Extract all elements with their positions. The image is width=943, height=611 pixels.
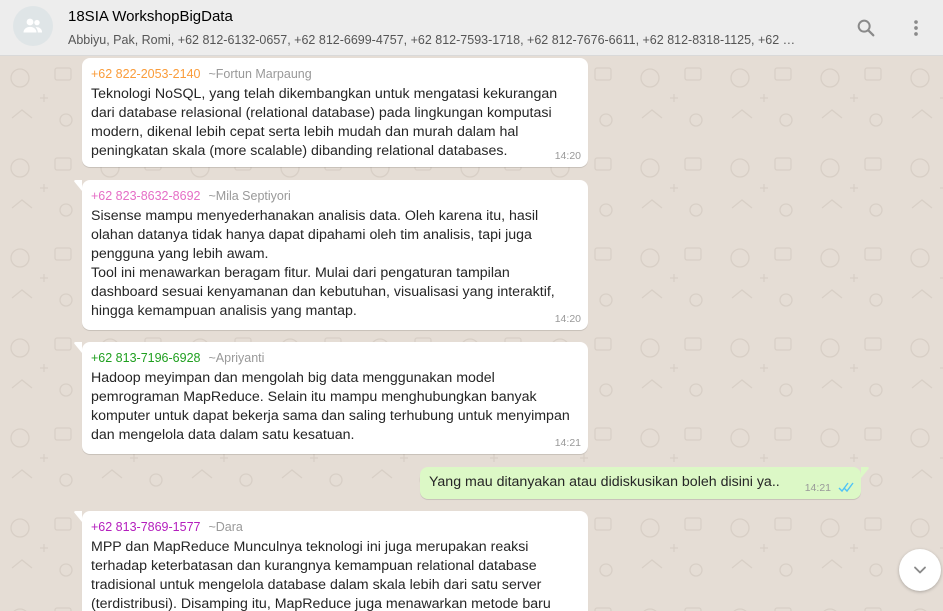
double-check-icon xyxy=(838,482,854,493)
message-text: Teknologi NoSQL, yang telah dikembangkan… xyxy=(91,86,562,159)
sender-name: ~Fortun Marpaung xyxy=(208,67,312,81)
sender-name: ~Dara xyxy=(208,520,243,534)
message-text: Sisense mampu menyederhanakan analisis d… xyxy=(91,208,555,319)
message-text: MPP dan MapReduce Munculnya teknologi in… xyxy=(91,539,551,611)
message-text: Yang mau ditanyakan atau didiskusikan bo… xyxy=(429,474,780,490)
sender-name: ~Mila Septiyori xyxy=(208,189,291,203)
message-list[interactable]: +62 822-2053-2140 ~Fortun Marpaung Teknol… xyxy=(0,56,943,611)
message-text: Hadoop meyimpan dan mengolah big data me… xyxy=(91,370,574,443)
participant-list: Abbiyu, Pak, Romi, +62 812-6132-0657, +6… xyxy=(68,33,796,47)
group-avatar[interactable] xyxy=(13,6,53,46)
message-bubble[interactable]: +62 822-2053-2140 ~Fortun Marpaung Teknol… xyxy=(82,58,588,167)
chat-window: 18SIA WorkshopBigData Abbiyu, Pak, Romi,… xyxy=(0,0,943,611)
message-time: 14:20 xyxy=(554,313,581,325)
message-bubble-outgoing[interactable]: Yang mau ditanyakan atau didiskusikan bo… xyxy=(420,467,869,499)
sender-line: +62 823-8632-8692 ~Mila Septiyori xyxy=(91,186,579,206)
bubble-tail xyxy=(74,511,82,522)
message-time: 14:21 xyxy=(554,437,581,449)
chat-header-info[interactable]: 18SIA WorkshopBigData Abbiyu, Pak, Romi,… xyxy=(68,8,828,47)
sender-number[interactable]: +62 813-7869-1577 xyxy=(91,517,200,537)
message-bubble[interactable]: +62 813-7869-1577 ~Dara MPP dan MapReduce… xyxy=(74,511,588,611)
scroll-to-bottom-button[interactable] xyxy=(899,549,941,591)
search-icon xyxy=(857,19,875,37)
bubble-tail xyxy=(861,467,869,478)
search-button[interactable] xyxy=(852,14,880,42)
chat-header: 18SIA WorkshopBigData Abbiyu, Pak, Romi,… xyxy=(0,0,943,56)
group-title: 18SIA WorkshopBigData xyxy=(68,8,233,25)
sender-number[interactable]: +62 822-2053-2140 xyxy=(91,64,200,84)
more-vert-icon xyxy=(914,20,918,36)
message-bubble[interactable]: +62 823-8632-8692 ~Mila Septiyori Sisense… xyxy=(74,180,588,330)
message-bubble[interactable]: +62 813-7196-6928 ~Apriyanti Hadoop meyim… xyxy=(74,342,588,454)
chevron-down-icon xyxy=(914,566,926,574)
sender-number[interactable]: +62 813-7196-6928 xyxy=(91,348,200,368)
group-icon xyxy=(23,18,42,33)
sender-line: +62 813-7196-6928 ~Apriyanti xyxy=(91,348,579,368)
bubble-tail xyxy=(74,180,82,191)
bubble-tail xyxy=(74,342,82,353)
sender-name: ~Apriyanti xyxy=(208,351,265,365)
sender-line: +62 813-7869-1577 ~Dara xyxy=(91,517,579,537)
sender-number[interactable]: +62 823-8632-8692 xyxy=(91,186,200,206)
sender-line: +62 822-2053-2140 ~Fortun Marpaung xyxy=(91,64,579,84)
message-time: 14:20 xyxy=(554,150,581,162)
menu-button[interactable] xyxy=(902,14,930,42)
message-time: 14:21 xyxy=(804,482,831,494)
